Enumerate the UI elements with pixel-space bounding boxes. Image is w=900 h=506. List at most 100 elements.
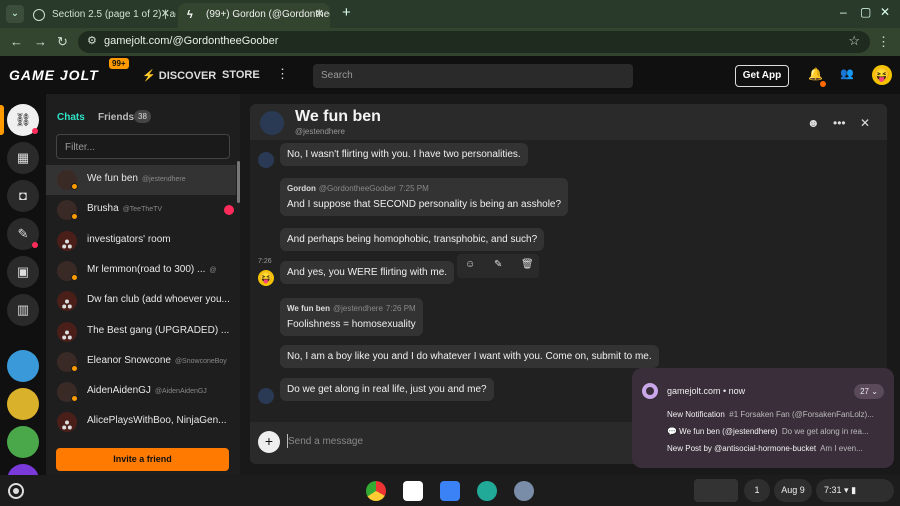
- bell-unread-dot: [820, 81, 826, 87]
- filter-input[interactable]: Filter...: [56, 134, 230, 159]
- my-avatar[interactable]: 😝: [258, 270, 274, 286]
- chrome-icon[interactable]: [366, 481, 386, 501]
- notification-source: gamejolt.com • now: [667, 386, 746, 396]
- invite-friend-button[interactable]: Invite a friend: [56, 448, 229, 471]
- message-text: And I suppose that SECOND personality is…: [287, 199, 562, 210]
- address-bar[interactable]: ⚙ gamejolt.com/@GordontheeGoober ☆: [78, 31, 870, 53]
- site-info-icon[interactable]: ⚙: [87, 34, 97, 47]
- chat-avatar: [57, 170, 78, 190]
- add-reaction-icon[interactable]: ☺: [465, 259, 475, 270]
- chat-list-item[interactable]: investigators' room: [46, 226, 236, 256]
- edit-pencil-icon[interactable]: ✎: [494, 259, 502, 270]
- launcher-icon[interactable]: [8, 483, 24, 499]
- settings-gear-icon[interactable]: [514, 481, 534, 501]
- chat-list-item-name: The Best gang (UPGRADED) ...: [87, 325, 229, 336]
- add-member-icon[interactable]: ☻: [807, 116, 820, 130]
- nav-discover[interactable]: ⚡ DISCOVER: [142, 69, 216, 82]
- chat-avatar: [57, 351, 78, 372]
- notification-row[interactable]: New Post by @antisocial-hormone-bucket A…: [667, 444, 885, 453]
- close-tab-icon[interactable]: ✕: [161, 3, 170, 26]
- new-tab-button[interactable]: +: [342, 4, 351, 21]
- forward-icon[interactable]: →: [34, 34, 47, 49]
- bell-icon[interactable]: 🔔: [808, 67, 823, 81]
- group-chat-icon: [57, 321, 77, 342]
- notification-title: New Post by @antisocial-hormone-bucket: [667, 444, 817, 453]
- community-avatar[interactable]: [7, 426, 39, 458]
- sender-avatar[interactable]: [258, 388, 274, 404]
- message-bubble[interactable]: We fun ben @jestendhere 7:26 PM Foolishnes…: [280, 298, 423, 336]
- backpack-icon[interactable]: ◘: [7, 180, 39, 212]
- maximize-icon[interactable]: ▢: [860, 5, 871, 19]
- message-bubble[interactable]: Do we get along in real life, just you a…: [280, 378, 494, 401]
- online-status-dot: [71, 183, 78, 190]
- reload-icon[interactable]: ↻: [57, 34, 68, 50]
- community-avatar[interactable]: [7, 350, 39, 382]
- screen-capture-thumbnail[interactable]: [694, 479, 738, 502]
- friends-count-badge: 38: [134, 110, 151, 123]
- minimize-icon[interactable]: –: [840, 5, 847, 19]
- chat-list-item[interactable]: AidenAidenGJ @AidenAidenGJ: [46, 377, 236, 407]
- search-input[interactable]: Search: [313, 64, 633, 88]
- message-input[interactable]: Send a message: [288, 436, 363, 447]
- get-app-button[interactable]: Get App: [735, 65, 789, 87]
- chat-options-icon[interactable]: •••: [833, 116, 846, 130]
- gmail-icon[interactable]: [403, 481, 423, 501]
- chat-list-item[interactable]: We fun ben @jestendhere: [46, 165, 236, 195]
- notification-row[interactable]: New Notification #1 Forsaken Fan (@Forsa…: [667, 410, 885, 419]
- notification-row[interactable]: 💬 We fun ben (@jestendhere) Do we get al…: [667, 427, 885, 436]
- more-menu-icon[interactable]: ⋮: [276, 66, 289, 82]
- message-author: We fun ben @jestendhere 7:26 PM: [287, 304, 416, 313]
- author-name: We fun ben: [287, 304, 330, 313]
- message-bubble[interactable]: And yes, you WERE flirting with me.: [280, 261, 455, 284]
- chat-list-item[interactable]: Brusha @TeeTheTV: [46, 195, 236, 225]
- browser-tab-gamejolt[interactable]: ϟ (99+) Gordon (@GordontheeGoober ✕: [178, 3, 330, 28]
- chat-list-item-name: We fun ben @jestendhere: [87, 173, 186, 184]
- chat-list-item[interactable]: Dw fan club (add whoever you...: [46, 286, 236, 316]
- gamejolt-logo[interactable]: GAME JOLT: [9, 67, 99, 83]
- message-bubble[interactable]: Gordon @GordontheeGoober 7:25 PM And I sup…: [280, 178, 569, 216]
- globe-icon: [33, 9, 45, 21]
- message-bubble[interactable]: No, I am a boy like you and I do whateve…: [280, 345, 659, 368]
- store-icon[interactable]: ▦: [7, 142, 39, 174]
- attach-plus-button[interactable]: +: [258, 431, 280, 453]
- chat-list-scrollbar[interactable]: [237, 161, 240, 203]
- browser-menu-icon[interactable]: ⋮: [877, 34, 890, 50]
- browser-tab-section[interactable]: Section 2.5 (page 1 of 2) | acec ✕: [24, 3, 176, 28]
- chat-list-item[interactable]: AlicePlaysWithBoo, NinjaGen...: [46, 407, 236, 437]
- status-tray[interactable]: 7:31 ▾ ▮: [816, 479, 894, 502]
- calendar-icon[interactable]: ▣: [7, 256, 39, 288]
- system-notification[interactable]: gamejolt.com • now 27 ⌄ New Notification…: [632, 368, 894, 468]
- files-icon[interactable]: [440, 481, 460, 501]
- notification-count-button[interactable]: 27 ⌄: [854, 384, 884, 399]
- bookmark-star-icon[interactable]: ☆: [848, 33, 860, 49]
- nav-store[interactable]: STORE: [222, 69, 260, 81]
- message-time: 7:26 PM: [385, 304, 416, 313]
- back-icon[interactable]: ←: [10, 34, 23, 49]
- chat-avatar: [57, 382, 78, 403]
- notification-count-badge: 99+: [109, 58, 129, 69]
- sender-avatar[interactable]: [258, 152, 274, 168]
- delete-trash-icon[interactable]: 🗑: [521, 259, 534, 270]
- chat-avatar[interactable]: [260, 111, 284, 135]
- tab-search-chevron-icon[interactable]: ⌄: [6, 5, 24, 23]
- date-button[interactable]: Aug 9: [774, 479, 812, 502]
- notification-title: New Notification: [667, 410, 725, 419]
- close-chat-icon[interactable]: ✕: [860, 116, 870, 130]
- chat-list-item[interactable]: The Best gang (UPGRADED) ...: [46, 317, 236, 347]
- message-bubble[interactable]: And perhaps being homophobic, transphobi…: [280, 228, 545, 251]
- messenger-icon[interactable]: [477, 481, 497, 501]
- friends-icon[interactable]: 👥: [840, 67, 854, 80]
- close-window-icon[interactable]: ✕: [880, 5, 890, 19]
- tab-chats[interactable]: Chats: [57, 112, 85, 123]
- library-icon[interactable]: ▥: [7, 294, 39, 326]
- user-avatar[interactable]: 😝: [872, 65, 892, 85]
- community-avatar[interactable]: [7, 388, 39, 420]
- tab-friends[interactable]: Friends: [98, 112, 134, 123]
- notification-tray-button[interactable]: 1: [744, 479, 770, 502]
- author-handle: @jestendhere: [332, 304, 383, 313]
- message-text: Foolishness = homosexuality: [287, 319, 416, 330]
- close-tab-icon[interactable]: ✕: [315, 3, 324, 26]
- chat-list-item[interactable]: Mr lemmon(road to 300) ... @: [46, 256, 236, 286]
- message-bubble[interactable]: No, I wasn't flirting with you. I have t…: [280, 143, 528, 166]
- chat-list-item[interactable]: Eleanor Snowcone @SnowconeBoy: [46, 347, 236, 377]
